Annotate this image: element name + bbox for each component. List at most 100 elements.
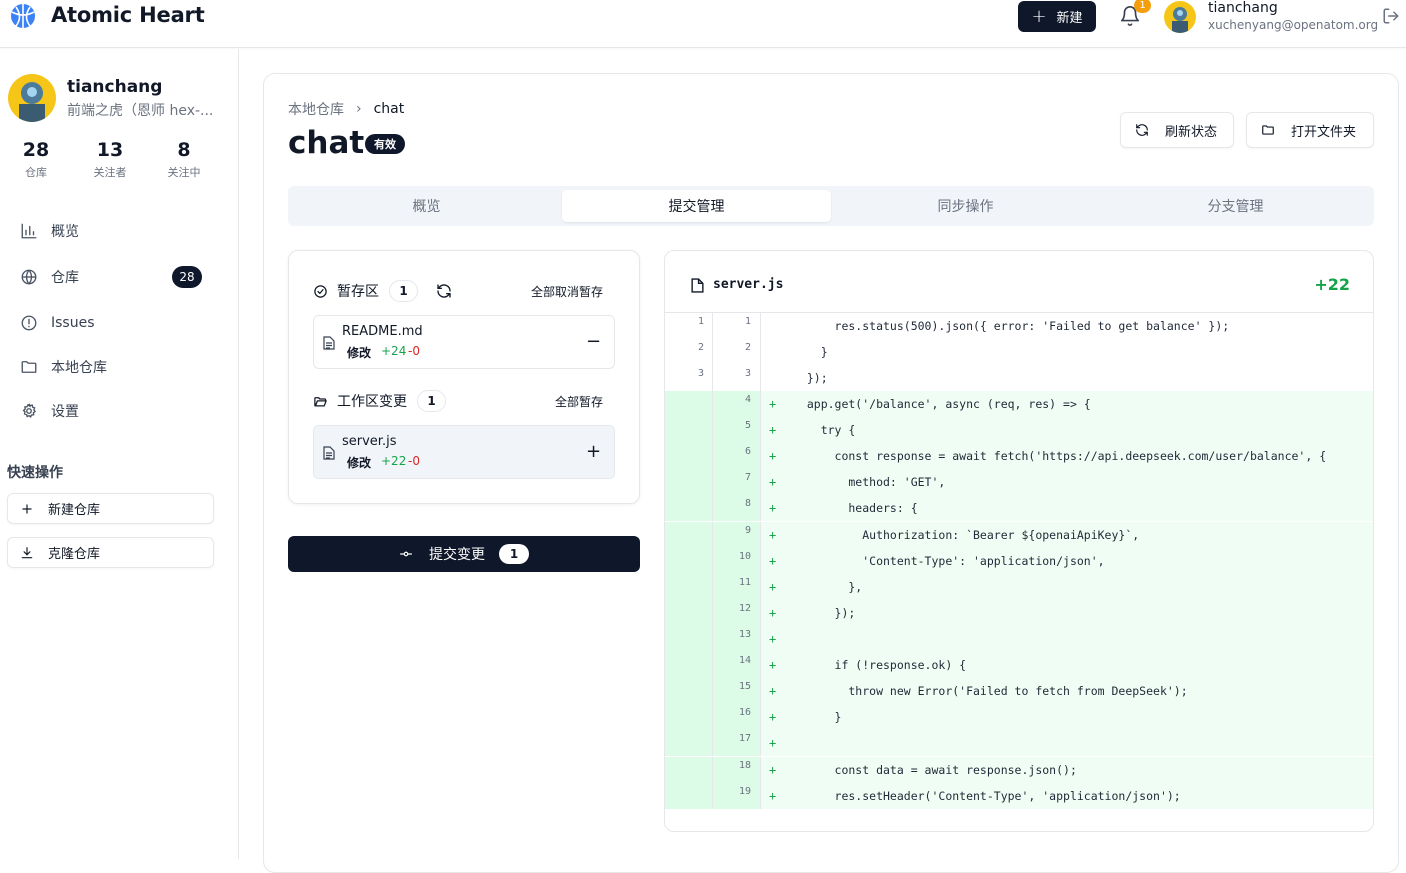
breadcrumb-parent[interactable]: 本地仓库 <box>288 99 344 119</box>
old-line-number <box>665 469 713 495</box>
tab-label: 分支管理 <box>1207 199 1264 215</box>
diff-panel: server.js +22 11 res.status(500).json({ … <box>664 250 1374 832</box>
staged-count: 1 <box>389 280 418 302</box>
diff-line: 4 + app.get('/balance', async (req, res) … <box>665 391 1373 417</box>
diff-marker: + <box>769 501 777 515</box>
stage-all-button[interactable]: 全部暂存 <box>555 393 603 410</box>
avatar[interactable] <box>1164 1 1196 33</box>
working-section-header: 工作区变更 1 <box>313 389 446 413</box>
sidebar-item-overview[interactable]: 概览 <box>20 215 214 247</box>
tab-sync[interactable]: 同步操作 <box>831 190 1100 222</box>
file-status-tag: 修改 <box>347 346 372 360</box>
diff-body[interactable]: 11 res.status(500).json({ error: 'Failed… <box>665 313 1373 809</box>
gear-icon <box>22 403 37 418</box>
sidebar-item-repos[interactable]: 仓库 28 <box>20 261 214 293</box>
old-line-number <box>665 678 713 704</box>
diff-line: 33 }); <box>665 365 1373 391</box>
new-button-label: 新建 <box>1056 11 1083 26</box>
new-line-number: 6 <box>713 443 761 469</box>
old-line-number <box>665 626 713 652</box>
sidebar-item-local-repos[interactable]: 本地仓库 <box>20 351 214 383</box>
diff-marker: + <box>769 789 777 803</box>
file-icon <box>323 336 335 350</box>
logout-icon[interactable] <box>1382 7 1400 25</box>
file-name: README.md <box>342 324 423 339</box>
code-text: try { <box>793 423 856 437</box>
diff-header: server.js +22 <box>665 251 1373 313</box>
refresh-icon[interactable] <box>436 283 452 299</box>
new-line-number: 10 <box>713 548 761 574</box>
diff-marker: + <box>769 684 777 698</box>
new-line-number: 8 <box>713 495 761 521</box>
alert-circle-icon <box>21 315 37 331</box>
diff-line: 13 + <box>665 626 1373 652</box>
repo-count-badge: 28 <box>172 266 202 288</box>
tab-overview[interactable]: 概览 <box>292 190 561 222</box>
profile-avatar[interactable] <box>8 74 56 122</box>
stat-repos[interactable]: 28 仓库 <box>6 139 66 180</box>
user-email: xuchenyang@openatom.org <box>1208 18 1379 32</box>
notification-badge: 1 <box>1134 0 1151 13</box>
tab-branches[interactable]: 分支管理 <box>1101 190 1370 222</box>
diff-line: 12 + }); <box>665 600 1373 626</box>
new-repo-button[interactable]: 新建仓库 <box>7 493 214 524</box>
sidebar-item-issues[interactable]: Issues <box>20 307 214 339</box>
diff-marker: + <box>769 449 777 463</box>
old-line-number <box>665 548 713 574</box>
new-button[interactable]: + 新建 <box>1018 1 1096 32</box>
tab-label: 概览 <box>412 199 441 215</box>
unstage-file-button[interactable]: − <box>586 331 601 352</box>
refresh-status-button[interactable]: 刷新状态 <box>1120 112 1234 148</box>
diff-line: 11 + }, <box>665 574 1373 600</box>
diff-line: 16 + } <box>665 704 1373 730</box>
code-text: headers: { <box>793 501 918 515</box>
commit-changes-button[interactable]: 提交变更 1 <box>288 536 640 572</box>
refresh-status-label: 刷新状态 <box>1165 124 1218 140</box>
stat-followers[interactable]: 13 关注者 <box>80 139 140 180</box>
stat-following[interactable]: 8 关注中 <box>154 139 214 180</box>
old-line-number: 1 <box>665 313 713 339</box>
new-line-number: 2 <box>713 339 761 365</box>
new-line-number: 3 <box>713 365 761 391</box>
check-circle-icon <box>314 284 327 298</box>
clone-repo-button[interactable]: 克隆仓库 <box>7 537 214 568</box>
open-folder-button[interactable]: 打开文件夹 <box>1246 112 1374 148</box>
new-line-number: 9 <box>713 522 761 548</box>
stat-label: 关注中 <box>167 166 201 179</box>
working-file-item[interactable]: server.js 修改 +22 -0 + <box>313 425 615 479</box>
logo-icon[interactable] <box>10 3 36 29</box>
code-text: method: 'GET', <box>793 475 946 489</box>
unstage-all-button[interactable]: 全部取消暂存 <box>531 283 603 300</box>
diff-line: 17 + <box>665 730 1373 756</box>
diff-marker: + <box>769 632 777 646</box>
open-folder-label: 打开文件夹 <box>1291 124 1357 140</box>
code-text: throw new Error('Failed to fetch from De… <box>793 684 1188 698</box>
diff-line: 6 + const response = await fetch('https:/… <box>665 443 1373 469</box>
diff-line: 19 + res.setHeader('Content-Type', 'appli… <box>665 783 1373 809</box>
breadcrumb: 本地仓库 › chat <box>288 99 404 119</box>
old-line-number: 3 <box>665 365 713 391</box>
stage-file-button[interactable]: + <box>586 441 601 462</box>
old-line-number <box>665 522 713 548</box>
diff-file-name: server.js <box>713 277 784 292</box>
old-line-number <box>665 652 713 678</box>
diff-marker: + <box>769 475 777 489</box>
stat-value: 8 <box>177 139 191 161</box>
stat-label: 关注者 <box>93 166 127 179</box>
file-icon <box>691 278 704 293</box>
profile-bio: 前端之虎（恩师 hex-... <box>67 103 214 119</box>
code-text: }); <box>793 371 828 385</box>
code-text: 'Content-Type': 'application/json', <box>793 554 1105 568</box>
working-count: 1 <box>417 390 446 412</box>
staged-file-item[interactable]: README.md 修改 +24 -0 − <box>313 315 615 369</box>
sidebar-item-settings[interactable]: 设置 <box>20 395 214 427</box>
sidebar: tianchang 前端之虎（恩师 hex-... 28 仓库 13 关注者 8… <box>0 49 239 859</box>
old-line-number <box>665 704 713 730</box>
new-line-number: 11 <box>713 574 761 600</box>
user-name: tianchang <box>1208 0 1278 16</box>
tab-commit-management[interactable]: 提交管理 <box>562 190 831 222</box>
old-line-number <box>665 417 713 443</box>
app-title[interactable]: Atomic Heart <box>51 3 205 27</box>
top-bar: Atomic Heart + 新建 1 tianchang xuchenyang… <box>0 0 1406 48</box>
new-line-number: 15 <box>713 678 761 704</box>
